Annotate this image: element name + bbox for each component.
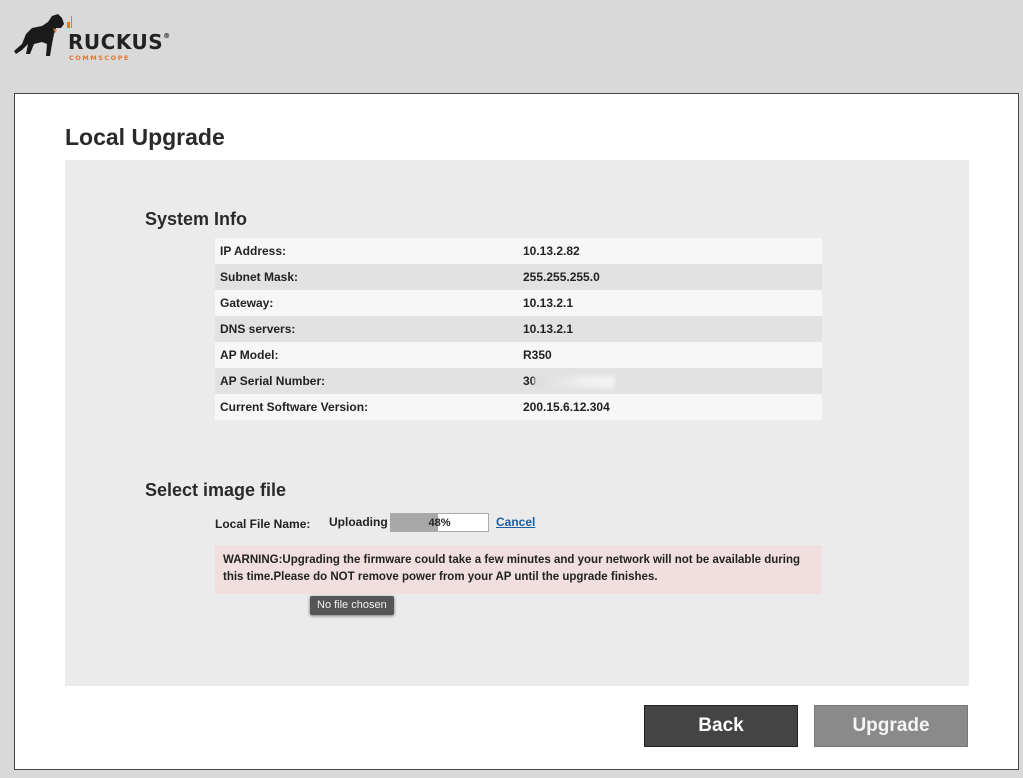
table-row: Current Software Version: 200.15.6.12.30… — [215, 394, 822, 420]
content-box: System Info IP Address: 10.13.2.82 Subne… — [65, 160, 969, 686]
row-value: 10.13.2.1 — [518, 316, 822, 342]
logo-subtitle: COMMSCOPE — [69, 54, 130, 62]
cancel-link[interactable]: Cancel — [496, 515, 535, 529]
dog-logo-icon — [14, 14, 72, 56]
row-value: R350 — [518, 342, 822, 368]
system-info-table: IP Address: 10.13.2.82 Subnet Mask: 255.… — [215, 238, 822, 420]
main-panel: Local Upgrade System Info IP Address: 10… — [14, 93, 1019, 770]
upload-status: Uploading — [329, 515, 388, 529]
row-label: Subnet Mask: — [215, 264, 518, 290]
table-row: Gateway: 10.13.2.1 — [215, 290, 822, 316]
row-value: 255.255.255.0 — [518, 264, 822, 290]
file-row: Local File Name: Uploading 48% Cancel — [215, 512, 715, 534]
row-label: Gateway: — [215, 290, 518, 316]
file-label: Local File Name: — [215, 517, 311, 531]
row-value: 200.15.6.12.304 — [518, 394, 822, 420]
table-row: Subnet Mask: 255.255.255.0 — [215, 264, 822, 290]
table-row: IP Address: 10.13.2.82 — [215, 238, 822, 264]
row-label: DNS servers: — [215, 316, 518, 342]
row-value: 10.13.2.82 — [518, 238, 822, 264]
warning-message: WARNING:Upgrading the firmware could tak… — [215, 545, 822, 594]
table-row: AP Serial Number: 30 — [215, 368, 822, 394]
back-button[interactable]: Back — [644, 705, 798, 747]
row-value: 30 — [518, 368, 822, 394]
table-row: DNS servers: 10.13.2.1 — [215, 316, 822, 342]
file-tooltip: No file chosen — [310, 596, 394, 615]
row-label: Current Software Version: — [215, 394, 518, 420]
page-title: Local Upgrade — [65, 124, 225, 150]
table-row: AP Model: R350 — [215, 342, 822, 368]
upgrade-button[interactable]: Upgrade — [814, 705, 968, 747]
redacted-serial — [534, 375, 615, 388]
select-image-title: Select image file — [145, 480, 287, 500]
row-label: IP Address: — [215, 238, 518, 264]
progress-text: 48% — [428, 517, 451, 529]
header: RUCKUS® COMMSCOPE — [0, 0, 1023, 93]
ruckus-logo: RUCKUS® COMMSCOPE — [12, 4, 172, 64]
system-info-title: System Info — [145, 209, 248, 229]
upload-progress-bar: 48% — [390, 513, 489, 532]
row-label: AP Serial Number: — [215, 368, 518, 394]
row-label: AP Model: — [215, 342, 518, 368]
row-value: 10.13.2.1 — [518, 290, 822, 316]
logo-wordmark: RUCKUS® — [68, 30, 171, 54]
